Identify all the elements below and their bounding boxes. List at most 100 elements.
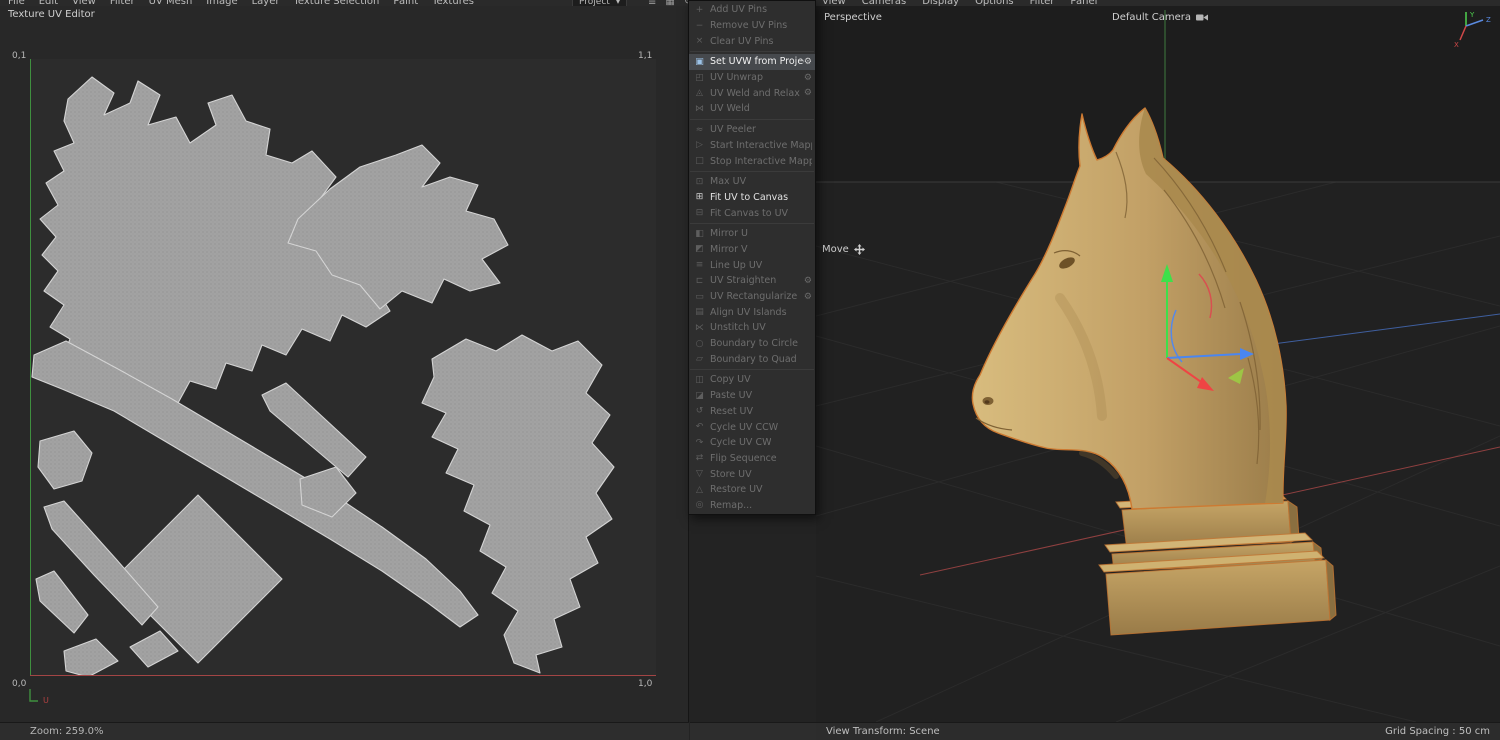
uv-corner-label-10: 1,0 [638, 679, 652, 689]
menu-item-reset-uv: ↺ Reset UV [689, 404, 815, 420]
menu-item-label: UV Straighten [710, 275, 776, 286]
menubar-item-image[interactable]: Image [206, 0, 237, 6]
menu-item-label: Cycle UV CW [710, 437, 771, 448]
menubar-item-filter[interactable]: Filter [110, 0, 135, 6]
menu-item-uv-rectangularize: ▭ UV Rectangularize ⚙ [689, 289, 815, 305]
gear-icon[interactable]: ⚙ [804, 88, 812, 98]
pin-add-icon: + [693, 5, 706, 15]
uv-axis-indicator: U [27, 688, 57, 706]
menu-item-fit-canvas-to-uv: ⊟Fit Canvas to UV [689, 205, 815, 221]
layout-grid-icon[interactable]: ▦ [665, 0, 674, 6]
u-axis-label: U [43, 696, 49, 705]
line-up-uv-icon: ≡ [693, 260, 706, 270]
menu-item-label: Fit Canvas to UV [710, 208, 788, 219]
uv-canvas[interactable] [30, 59, 656, 676]
store-uv-icon: ▽ [693, 469, 706, 479]
menu-item-uv-peeler: ≈ UV Peeler [689, 122, 815, 138]
menu-separator [690, 171, 814, 172]
menu-item-label: Store UV [710, 469, 752, 480]
viewport-menubar: View Cameras Display Options Filter Panel [822, 0, 1097, 6]
list-icon[interactable]: ≣ [648, 0, 656, 6]
menu-item-align-uv-islands: ▤Align UV Islands [689, 304, 815, 320]
viewport-menubar-item-panel[interactable]: Panel [1070, 0, 1097, 6]
view-transform-label: View Transform: Scene [826, 726, 940, 737]
menubar-item-layer[interactable]: Layer [252, 0, 280, 6]
menu-item-uv-straighten: ⊏UV Straighten⚙ [689, 273, 815, 289]
fit-uv-to-canvas-icon: ⊞ [693, 192, 706, 202]
menu-item-label: Boundary to Quad [710, 354, 797, 365]
start-mapping-icon: ▷ [693, 140, 706, 150]
menubar-item-uv-mesh[interactable]: UV Mesh [149, 0, 193, 6]
v-axis-corner-icon [30, 689, 38, 701]
camera-name-text: Default Camera [1112, 12, 1191, 23]
viewport-scene[interactable] [816, 6, 1500, 722]
menu-item-label: Stop Interactive Mapping [710, 156, 812, 167]
gear-icon[interactable]: ⚙ [804, 57, 812, 67]
menu-item-label: Line Up UV [710, 260, 762, 271]
pin-clear-icon: × [693, 36, 706, 46]
grid-spacing-label: Grid Spacing : 50 cm [1385, 726, 1490, 737]
menu-item-clear-uv-pins: × Clear UV Pins [689, 33, 815, 49]
gear-icon[interactable]: ⚙ [804, 73, 812, 83]
menu-item-remove-uv-pins: −Remove UV Pins [689, 18, 815, 34]
boundary-to-quad-icon: ▱ [693, 354, 706, 364]
menu-separator [690, 223, 814, 224]
menu-item-cycle-uv-cw: ↷Cycle UV CW [689, 435, 815, 451]
reset-uv-icon: ↺ [693, 406, 706, 416]
menu-item-start-interactive-mapping: ▷Start Interactive Mapping [689, 138, 815, 154]
menu-item-copy-uv: ◫ Copy UV [689, 372, 815, 388]
viewport-menubar-item-options[interactable]: Options [975, 0, 1014, 6]
menubar-item-view[interactable]: View [72, 0, 96, 6]
menu-item-label: Add UV Pins [710, 4, 767, 15]
menu-item-label: UV Peeler [710, 124, 756, 135]
texture-uv-editor-panel: Texture UV Editor 0,1 1,1 0,0 1,0 [0, 0, 689, 740]
menu-item-flip-sequence: ⇄Flip Sequence [689, 451, 815, 467]
menubar-item-texture-selection[interactable]: Texture Selection [294, 0, 380, 6]
viewport-menubar-item-view[interactable]: View [822, 0, 846, 6]
menu-item-fit-uv-to-canvas[interactable]: ⊞Fit UV to Canvas [689, 190, 815, 206]
menu-item-label: Mirror V [710, 244, 748, 255]
uv-weld-icon: ⋈ [693, 104, 706, 114]
menu-item-label: Max UV [710, 176, 746, 187]
copy-uv-icon: ◫ [693, 375, 706, 385]
menubar-item-edit[interactable]: Edit [39, 0, 58, 6]
viewport-menubar-item-filter[interactable]: Filter [1030, 0, 1055, 6]
project-dropdown-label: Project [579, 0, 610, 6]
menu-item-label: Clear UV Pins [710, 36, 773, 47]
viewport-menubar-item-display[interactable]: Display [922, 0, 959, 6]
uv-peeler-icon: ≈ [693, 125, 706, 135]
menu-item-label: Boundary to Circle [710, 338, 798, 349]
remap-icon: ◎ [693, 500, 706, 510]
menu-item-uv-weld-and-relax: ◬UV Weld and Relax⚙ [689, 85, 815, 101]
menu-item-label: Copy UV [710, 374, 751, 385]
menu-item-paste-uv: ◪Paste UV [689, 388, 815, 404]
camera-label[interactable]: Default Camera [1112, 12, 1209, 23]
active-tool-label: Move [822, 244, 865, 255]
gear-icon[interactable]: ⚙ [804, 276, 812, 286]
gear-icon[interactable]: ⚙ [804, 292, 812, 302]
hud-z-label: Z [1486, 16, 1491, 24]
menu-item-set-uvw-from-projection[interactable]: ▣Set UVW from Projection⚙ [689, 54, 815, 70]
menu-item-label: Mirror U [710, 228, 748, 239]
view-mode-label[interactable]: Perspective [824, 12, 882, 23]
project-dropdown[interactable]: Project ▾ [572, 0, 627, 6]
camera-icon [1196, 13, 1209, 22]
stop-mapping-icon: □ [693, 156, 706, 166]
menu-item-line-up-uv: ≡ Line Up UV [689, 257, 815, 273]
menubar-item-file[interactable]: File [8, 0, 25, 6]
hud-x-axis [1460, 26, 1466, 40]
3d-viewport[interactable]: Perspective Default Camera Move Y Z X V [816, 6, 1500, 740]
menu-item-restore-uv: △Restore UV [689, 482, 815, 498]
viewport-menubar-item-cameras[interactable]: Cameras [862, 0, 906, 6]
axis-orientation-hud: Y Z X [1450, 8, 1496, 48]
menubar-item-paint[interactable]: Paint [393, 0, 418, 6]
pin-remove-icon: − [693, 21, 706, 31]
menu-item-label: Reset UV [710, 406, 753, 417]
uv-corner-label-01: 0,1 [12, 51, 26, 61]
menubar-item-textures[interactable]: Textures [432, 0, 474, 6]
mirror-u-icon: ◧ [693, 229, 706, 239]
paste-uv-icon: ◪ [693, 391, 706, 401]
menu-item-store-uv: ▽ Store UV [689, 466, 815, 482]
uv-rectangularize-icon: ▭ [693, 292, 706, 302]
menu-item-label: UV Rectangularize [710, 291, 797, 302]
